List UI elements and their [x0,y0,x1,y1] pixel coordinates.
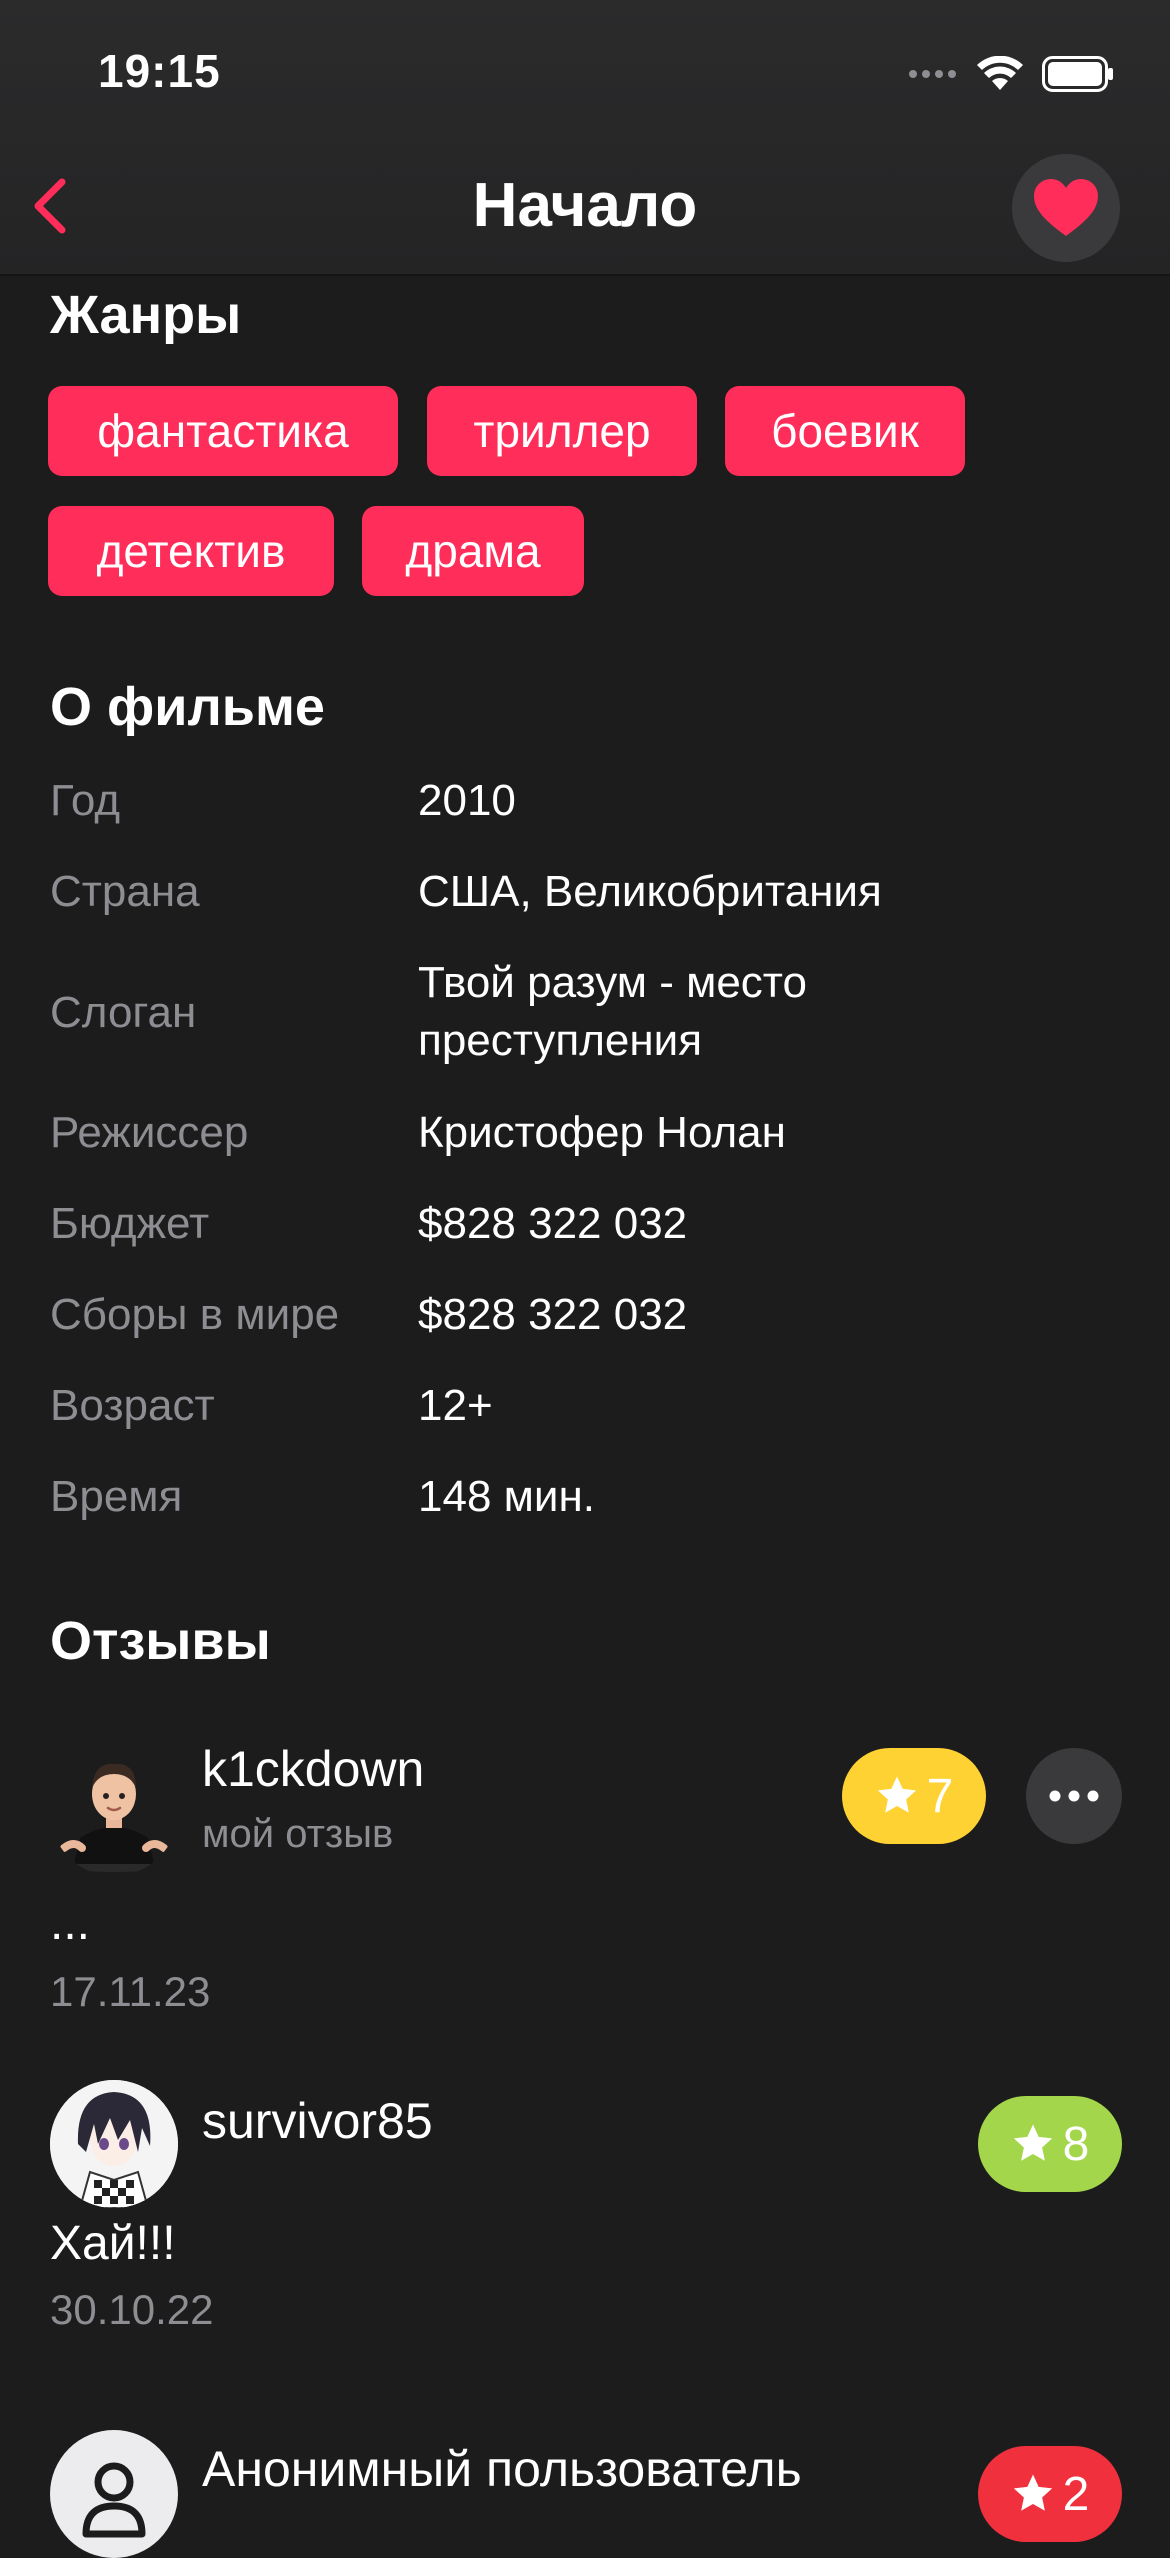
rating-value: 7 [926,1769,954,1823]
review-subtitle: мой отзыв [202,1812,394,1856]
navigation-bar: 19:15 Начало [0,0,1170,276]
info-value-slogan: Твой разум - место преступления [418,958,807,1065]
battery-icon [1042,56,1113,92]
info-value-country: США, Великобритания [418,867,882,916]
review-author: k1ckdown [202,1741,425,1797]
info-label-slogan: Слоган [50,988,197,1037]
rating-badge: 7 [842,1748,986,1844]
review-text: ... [50,1897,91,1950]
cellular-signal-icon [909,70,956,78]
rating-badge: 8 [978,2096,1122,2192]
ellipsis-icon [1049,1790,1099,1802]
genre-chip[interactable]: драма [362,506,584,596]
review-date: 30.10.22 [50,2286,214,2333]
info-label-worldwide-gross: Сборы в мире [50,1290,340,1339]
avatar[interactable] [50,2430,178,2558]
review-author: Анонимный пользователь [202,2441,802,2497]
info-value-worldwide-gross: $828 322 032 [418,1290,688,1339]
star-icon [877,1776,916,1813]
star-icon [1013,2474,1052,2511]
anime-avatar-icon [50,2080,178,2208]
avatar[interactable] [50,2080,178,2208]
avatar[interactable] [50,1748,178,1876]
genre-chip[interactable]: фантастика [48,386,398,476]
info-label-year: Год [50,776,121,825]
favorite-button[interactable] [1012,154,1120,262]
review-author: survivor85 [202,2093,433,2149]
memoji-avatar-icon [60,1763,168,1872]
review-text: Хай!!! [50,2217,176,2270]
info-label-country: Страна [50,867,200,916]
more-options-button[interactable] [1026,1748,1122,1844]
info-label-budget: Бюджет [50,1199,210,1248]
genre-chip[interactable]: боевик [725,386,965,476]
genre-chip[interactable]: триллер [427,386,697,476]
info-value-budget: $828 322 032 [418,1199,688,1248]
rating-value: 8 [1062,2117,1090,2171]
genres-title: Жанры [50,285,242,345]
heart-icon [1034,179,1098,236]
person-icon [82,2462,146,2538]
rating-value: 2 [1062,2467,1090,2521]
info-label-duration: Время [50,1472,183,1521]
reviews-title: Отзывы [50,1611,271,1671]
info-label-age: Возраст [50,1381,215,1430]
info-value-age: 12+ [418,1381,493,1430]
info-value-year: 2010 [418,776,516,825]
star-icon [1013,2124,1052,2161]
info-label-director: Режиссер [50,1108,249,1157]
rating-badge: 2 [978,2446,1122,2542]
page-title: Начало [472,171,698,240]
status-time: 19:15 [98,45,221,97]
wifi-icon [977,56,1023,90]
review-date: 17.11.23 [50,1968,211,2015]
status-icons [908,52,1114,96]
info-value-director: Кристофер Нолан [418,1108,786,1157]
about-title: О фильме [50,677,325,737]
genre-chip[interactable]: детектив [48,506,334,596]
info-value-duration: 148 мин. [418,1472,595,1521]
